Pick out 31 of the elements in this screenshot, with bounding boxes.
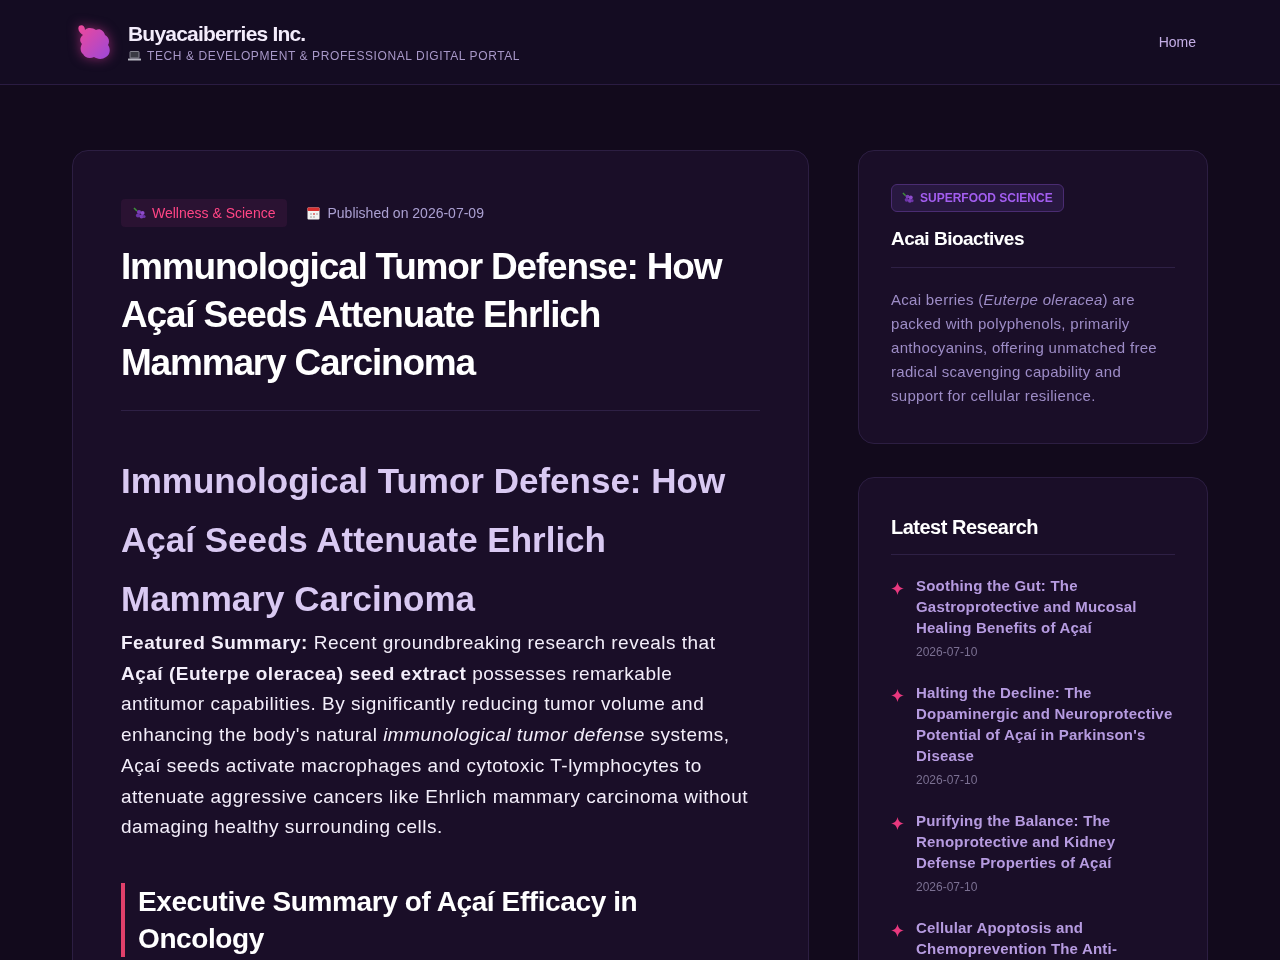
laptop-icon [128,50,141,61]
topic-badge[interactable]: SUPERFOOD SCIENCE [891,184,1064,212]
sparkle-icon [891,689,904,702]
sparkle-icon [891,582,904,595]
topic-label: SUPERFOOD SCIENCE [920,190,1053,207]
brand-name[interactable]: Buyacaiberries Inc. [128,20,521,47]
research-link[interactable]: Cellular Apoptosis and Chemoprevention The Anti- [916,917,1175,959]
berry-logo-icon[interactable] [76,24,112,60]
grapes-icon [133,206,146,220]
tagline: TECH & DEVELOPMENT & PROFESSIONAL DIGITAL PORTAL [147,47,521,64]
research-date: 2026-07-10 [916,879,979,895]
research-date: 2026-07-10 [916,772,979,788]
research-link[interactable]: Soothing the Gut: The Gastroprotective and Mucosal Healing Benefits of Açaí [916,575,1175,638]
publish-date: Published on 2026-07-09 [327,203,484,223]
calendar-icon [307,206,321,220]
category-badge[interactable]: Wellness & Science [121,199,288,227]
category-label: Wellness & Science [152,203,276,223]
card-text: Acai berries (Euterpe oleracea) are packed with polyphenols, primarily anthocyanins, offering unmatched free radical scavenging capability and support for cellular resilience. [891,290,1158,406]
section-heading: Executive Summary of Açaí Efficacy in Oncology [121,882,760,957]
nav-link[interactable]: Home [1158,31,1196,53]
sparkle-icon [891,924,904,937]
card-title: Latest Research [891,515,1040,540]
article-subtitle: Immunological Tumor Defense: How Açaí Seeds Attenuate Ehrlich Mammary Carcinoma [121,460,727,620]
sparkle-icon [891,817,904,830]
card-title: Acai Bioactives [891,227,1025,251]
grapes-icon [902,192,914,204]
research-link[interactable]: Halting the Decline: The Dopaminergic and Neuroprotective Potential of Açaí in Parkinson's Disease [916,682,1175,766]
article-title: Immunological Tumor Defense: How Açaí Seeds Attenuate Ehrlich Mammary Carcinoma [121,245,723,385]
research-date: 2026-07-10 [916,644,979,660]
summary-paragraph: Featured Summary: Recent groundbreaking research reveals that Açaí (Euterpe oleracea) seed extract possesses remarkable antitumor capabilities. By significantly reducing tumor volume and enhancing the body's natural immunological tumor defense systems, Açaí seeds activate macrophages and cytotoxic T-lymphocytes to attenuate aggressive cancers like Ehrlich mammary carcinoma without damaging healthy surrounding cells. [121,631,749,840]
research-link[interactable]: Purifying the Balance: The Renoprotective and Kidney Defense Properties of Açaí [916,810,1175,873]
